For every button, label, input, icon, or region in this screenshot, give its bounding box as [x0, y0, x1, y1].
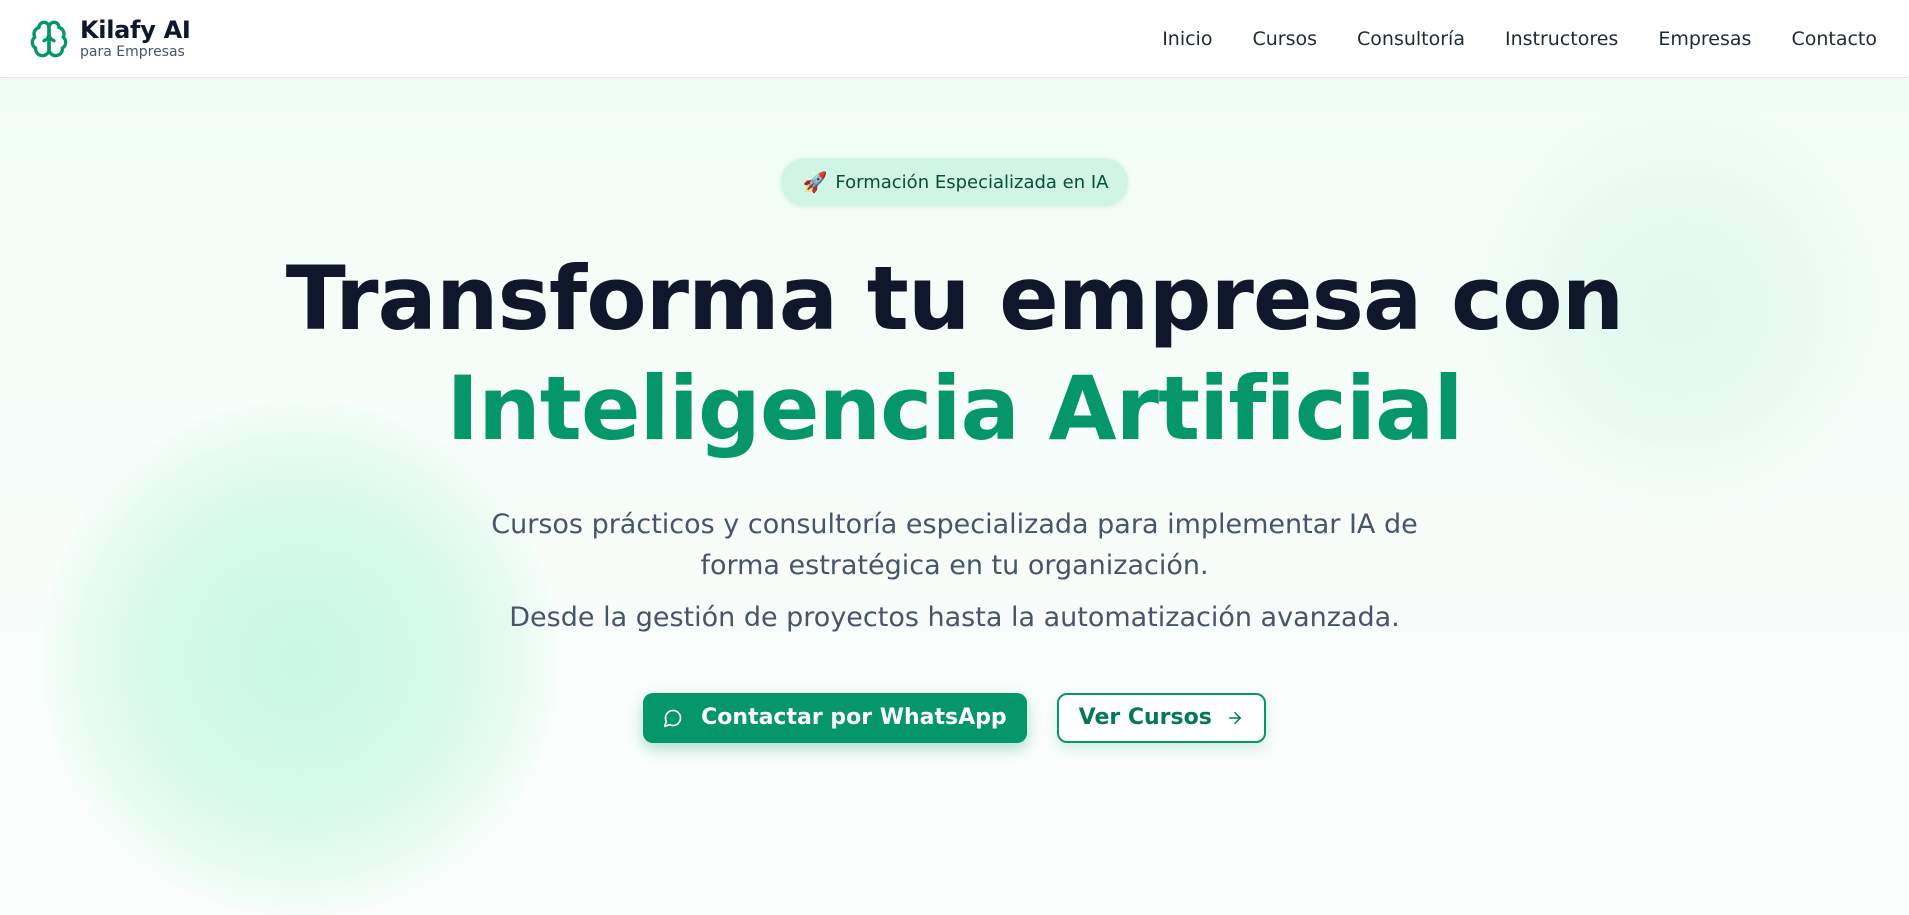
hero-badge: 🚀 Formación Especializada en IA	[780, 158, 1129, 206]
brand-text: Kilafy AI para Empresas	[80, 18, 191, 59]
hero-subtitle: Cursos prácticos y consultoría especiali…	[491, 509, 1418, 581]
nav-item-consultoria[interactable]: Consultoría	[1357, 28, 1465, 50]
site-header: Kilafy AI para Empresas Inicio Cursos Co…	[0, 0, 1909, 78]
rocket-icon: 🚀	[802, 170, 828, 194]
nav-item-cursos[interactable]: Cursos	[1252, 28, 1317, 50]
brain-icon	[28, 18, 70, 60]
nav-item-instructores[interactable]: Instructores	[1505, 28, 1618, 50]
hero-actions: Contactar por WhatsApp Ver Cursos	[643, 692, 1266, 743]
nav-item-inicio[interactable]: Inicio	[1162, 28, 1212, 50]
hero-section: 🚀 Formación Especializada en IA Transfor…	[0, 79, 1909, 915]
brand[interactable]: Kilafy AI para Empresas	[28, 18, 191, 60]
whatsapp-contact-label: Contactar por WhatsApp	[701, 705, 1007, 731]
hero-content: 🚀 Formación Especializada en IA Transfor…	[0, 79, 1909, 743]
chat-bubble-icon	[663, 708, 683, 728]
main-nav: Inicio Cursos Consultoría Instructores E…	[1162, 28, 1877, 50]
view-courses-button[interactable]: Ver Cursos	[1056, 692, 1266, 743]
view-courses-label: Ver Cursos	[1078, 705, 1212, 731]
hero-title-line2: Inteligencia Artificial	[446, 356, 1463, 460]
hero-badge-label: Formación Especializada en IA	[835, 171, 1109, 193]
hero-title-line1: Transforma tu empresa con	[285, 247, 1624, 350]
whatsapp-contact-button[interactable]: Contactar por WhatsApp	[643, 692, 1027, 743]
arrow-right-icon	[1226, 709, 1244, 727]
nav-item-empresas[interactable]: Empresas	[1658, 28, 1751, 50]
brand-name: Kilafy AI	[80, 16, 191, 44]
brand-subtitle: para Empresas	[80, 44, 185, 60]
hero-subtitle-secondary: Desde la gestión de proyectos hasta la a…	[509, 602, 1400, 634]
nav-item-contacto[interactable]: Contacto	[1791, 28, 1877, 50]
